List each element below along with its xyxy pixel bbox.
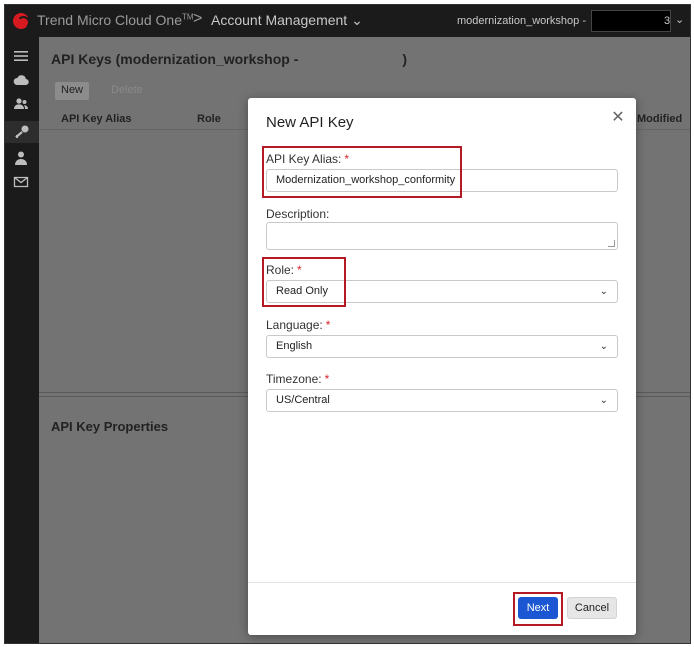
description-textarea[interactable] <box>266 222 618 250</box>
timezone-label: Timezone: * <box>266 372 330 386</box>
column-header-modified[interactable]: Modified <box>637 113 682 125</box>
new-api-key-dialog: New API Key ✕ API Key Alias: * Modernizat… <box>248 98 636 635</box>
column-header-role[interactable]: Role <box>197 113 221 125</box>
page-title: API Keys (modernization_workshop -) <box>51 51 408 67</box>
key-icon[interactable] <box>5 121 39 143</box>
breadcrumb-separator: > <box>193 10 203 27</box>
brand-name[interactable]: Trend Micro Cloud OneTM <box>37 12 194 28</box>
role-label: Role: * <box>266 263 302 277</box>
new-api-key-button[interactable]: New <box>55 82 90 100</box>
menu-icon[interactable] <box>12 47 30 65</box>
language-select[interactable]: English ⌄ <box>266 335 618 358</box>
chevron-down-icon: ⌄ <box>599 341 608 352</box>
description-label: Description: <box>266 207 330 221</box>
user-icon[interactable] <box>12 149 30 167</box>
language-label: Language: * <box>266 318 331 332</box>
chevron-down-icon: ⌄ <box>599 286 608 297</box>
resize-handle[interactable] <box>608 240 615 247</box>
chevron-down-icon: ⌄ <box>351 12 363 28</box>
cancel-button[interactable]: Cancel <box>567 597 617 619</box>
cloud-icon[interactable] <box>12 71 30 89</box>
account-id-tail: 3 <box>664 15 671 27</box>
next-button[interactable]: Next <box>518 597 558 619</box>
chevron-down-icon[interactable]: ⌄ <box>675 13 684 26</box>
column-header-alias[interactable]: API Key Alias <box>61 113 132 125</box>
close-icon[interactable]: ✕ <box>610 110 626 126</box>
redacted-account-id <box>591 10 671 32</box>
delete-api-key-button[interactable]: Delete <box>105 82 149 100</box>
users-icon[interactable] <box>12 95 30 113</box>
top-bar: Trend Micro Cloud OneTM > Account Manage… <box>5 5 690 37</box>
api-key-alias-input[interactable]: Modernization_workshop_conformity <box>266 169 618 192</box>
dialog-footer-divider <box>248 582 636 583</box>
alias-label: API Key Alias: * <box>266 152 350 166</box>
trend-micro-logo-icon[interactable] <box>13 13 30 29</box>
dialog-title: New API Key <box>266 114 354 131</box>
sidebar <box>5 37 39 643</box>
account-management-menu[interactable]: Account Management ⌄ <box>211 12 363 29</box>
role-select[interactable]: Read Only ⌄ <box>266 280 618 303</box>
mail-icon[interactable] <box>12 173 30 191</box>
account-selector[interactable]: modernization_workshop - <box>457 15 586 27</box>
chevron-down-icon: ⌄ <box>599 395 608 406</box>
properties-title: API Key Properties <box>51 419 169 434</box>
timezone-select[interactable]: US/Central ⌄ <box>266 389 618 412</box>
